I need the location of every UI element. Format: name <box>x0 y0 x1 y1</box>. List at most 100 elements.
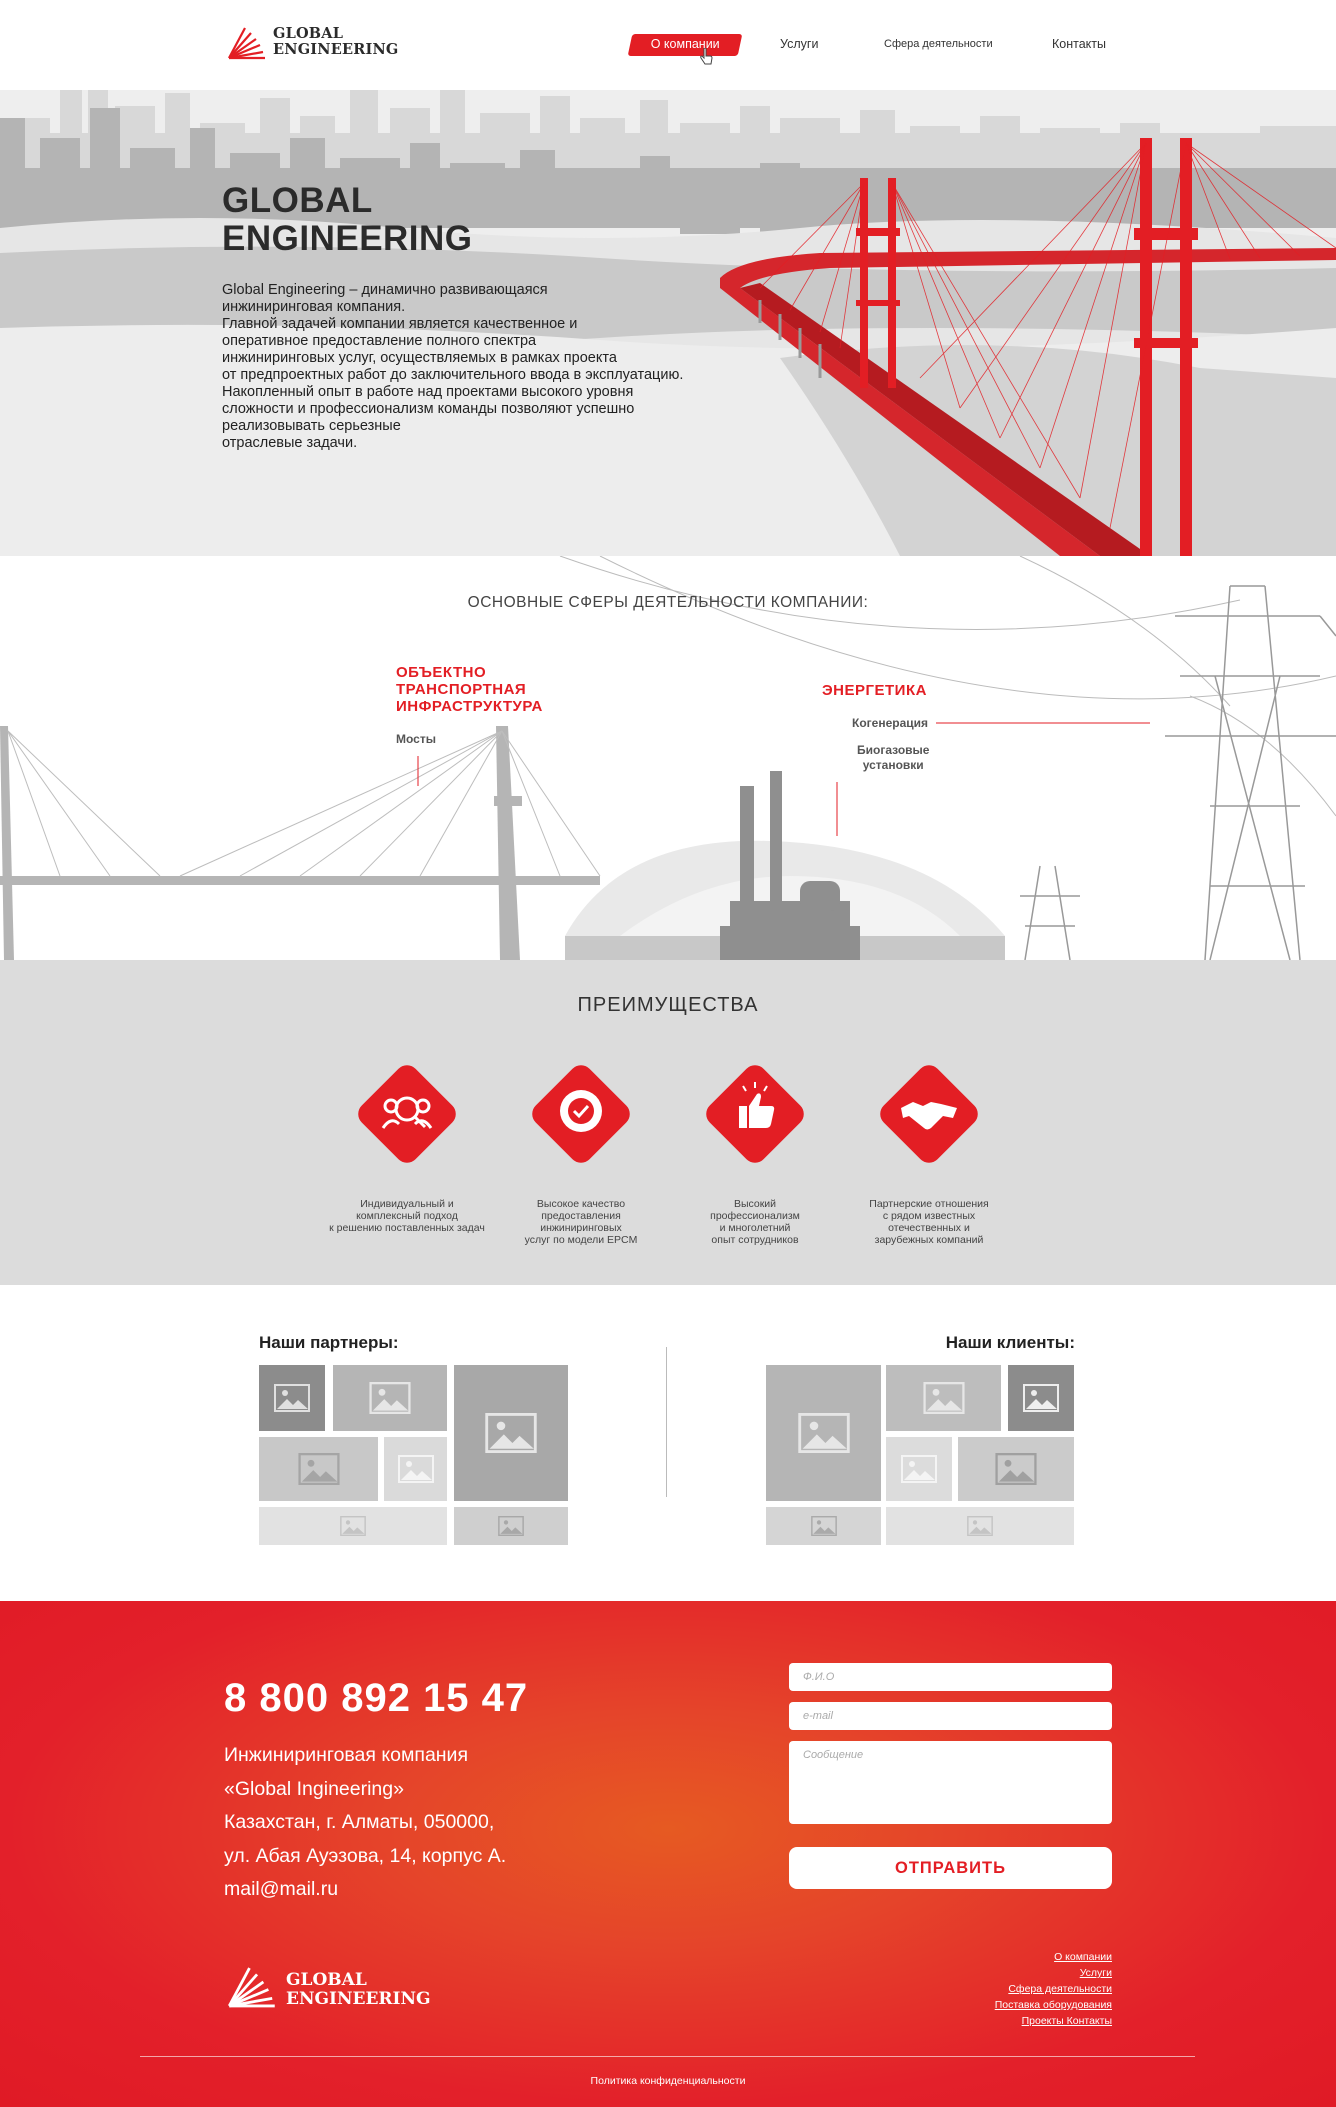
footer-logo-line2: ENGINEERING <box>286 1989 431 2009</box>
image-placeholder-icon <box>297 1453 340 1485</box>
email-link[interactable]: mail@mail.ru <box>224 1873 506 1907</box>
footer-link-equipment[interactable]: Поставка оборудования <box>995 1997 1112 2013</box>
spheres-section: ОСНОВНЫЕ СФЕРЫ ДЕЯТЕЛЬНОСТИ КОМПАНИИ: ОБ… <box>0 556 1336 960</box>
hero-text-line: инжиниринговых услуг, осуществляемых в р… <box>222 350 617 366</box>
nav-about[interactable]: О компании <box>627 34 743 56</box>
nav-about-label: О компании <box>650 37 720 51</box>
partner-logo-placeholder[interactable] <box>259 1365 325 1431</box>
phone-number[interactable]: 8 800 892 15 47 <box>224 1676 528 1721</box>
image-placeholder-icon <box>901 1455 937 1483</box>
biogas-line1: Биогазовые <box>857 743 930 757</box>
company-address: Инжиниринговая компания «Global Ingineer… <box>224 1739 506 1907</box>
client-logo-placeholder[interactable] <box>1008 1365 1074 1431</box>
footer-link-services[interactable]: Услуги <box>995 1965 1112 1981</box>
footer-link-about[interactable]: О компании <box>995 1949 1112 1965</box>
transport-category: ОБЪЕКТНО ТРАНСПОРТНАЯ ИНФРАСТРУКТУРА <box>396 664 543 715</box>
image-placeholder-icon <box>498 1516 524 1536</box>
nav-services[interactable]: Услуги <box>780 34 818 54</box>
message-field[interactable]: Сообщение <box>789 1741 1112 1824</box>
email-field[interactable]: e-mail <box>789 1702 1112 1730</box>
energy-category: ЭНЕРГЕТИКА <box>822 682 927 699</box>
hero-text-line: инжиниринговая компания. <box>222 299 406 315</box>
address-line: ул. Абая Ауэзова, 14, корпус А. <box>224 1844 507 1867</box>
client-logo-placeholder[interactable] <box>886 1437 952 1501</box>
footer-logo-text: GLOBAL ENGINEERING <box>286 1971 431 2009</box>
image-placeholder-icon <box>797 1413 850 1453</box>
footer-link-projects[interactable]: Проекты Контакты <box>995 2013 1112 2029</box>
cursor-hand-icon <box>700 48 713 65</box>
page: GLOBAL ENGINEERING О компании Услуги Сфе… <box>0 0 1336 2107</box>
footer-link-activity[interactable]: Сфера деятельности <box>995 1981 1112 1997</box>
image-placeholder-icon <box>967 1516 993 1536</box>
advantage-line: Индивидуальный и <box>360 1198 454 1210</box>
address-line: «Global Ingineering» <box>224 1777 404 1800</box>
logo-fan-icon <box>228 1967 275 2008</box>
client-logo-placeholder[interactable] <box>766 1365 881 1501</box>
nav-contacts[interactable]: Контакты <box>1052 34 1106 54</box>
hero-text-line: Накопленный опыт в работе над проектами … <box>222 384 634 400</box>
image-placeholder-icon <box>369 1382 411 1414</box>
partners-title: Наши партнеры: <box>259 1333 399 1352</box>
advantage-line: Высокое качество <box>536 1198 626 1210</box>
advantage-line: к решению поставленных задач <box>329 1222 485 1234</box>
image-placeholder-icon <box>810 1516 837 1536</box>
nav-activity[interactable]: Сфера деятельности <box>884 34 993 54</box>
hero-text-line: отраслевые задачи. <box>222 435 358 451</box>
client-logo-placeholder[interactable] <box>886 1507 1074 1545</box>
partner-logo-placeholder[interactable] <box>454 1365 568 1501</box>
send-button[interactable]: ОТПРАВИТЬ <box>789 1847 1112 1889</box>
client-logo-placeholder[interactable] <box>766 1507 881 1545</box>
main-nav: О компании Услуги Сфера деятельности Кон… <box>0 34 1336 65</box>
advantage-line: отечественных и <box>888 1222 970 1234</box>
advantage-text: Высокий профессионализм и многолетний оп… <box>660 1198 850 1246</box>
biogas-label: Биогазовые установки <box>857 743 929 773</box>
image-placeholder-icon <box>1023 1384 1059 1412</box>
image-placeholder-icon <box>340 1516 366 1536</box>
advantage-line: предоставления <box>541 1210 621 1222</box>
spheres-title: ОСНОВНЫЕ СФЕРЫ ДЕЯТЕЛЬНОСТИ КОМПАНИИ: <box>467 594 869 611</box>
image-placeholder-icon <box>922 1382 965 1414</box>
team-search-icon <box>358 1065 456 1163</box>
partners-section: Наши партнеры: Наши клиенты: <box>0 1285 1336 1601</box>
advantage-item: Высокое качество предоставления инжинири… <box>486 1054 661 1254</box>
partner-logo-placeholder[interactable] <box>333 1365 447 1431</box>
partner-logo-placeholder[interactable] <box>454 1507 568 1545</box>
name-field[interactable]: Ф.И.О <box>789 1663 1112 1691</box>
hero-text-line: сложности и профессионализм команды позв… <box>222 401 635 417</box>
footer-logo-line1: GLOBAL <box>286 1970 367 1990</box>
advantage-text: Партнерские отношения с рядом известных … <box>834 1198 1024 1246</box>
partner-logo-placeholder[interactable] <box>259 1507 447 1545</box>
advantage-text: Индивидуальный и комплексный подход к ре… <box>312 1198 502 1234</box>
advantage-line: опыт сотрудников <box>711 1234 799 1246</box>
advantage-line: инжиниринговых <box>540 1222 622 1234</box>
advantage-line: Высокий <box>733 1198 777 1210</box>
transport-line1: ОБЪЕКТНО <box>396 664 487 681</box>
image-placeholder-icon <box>485 1413 537 1453</box>
address-line: Казахстан, г. Алматы, 050000, <box>224 1811 495 1833</box>
hero-section: GLOBAL ENGINEERING Global Engineering – … <box>0 78 1336 556</box>
advantage-line: и многолетний <box>719 1222 791 1234</box>
quality-badge-icon <box>532 1065 630 1163</box>
clients-title: Наши клиенты: <box>945 1333 1075 1352</box>
advantage-text: Высокое качество предоставления инжинири… <box>486 1198 676 1246</box>
handshake-icon <box>880 1065 978 1163</box>
privacy-policy-link[interactable]: Политика конфиденциальности <box>0 2075 1336 2087</box>
client-logo-placeholder[interactable] <box>886 1365 1001 1431</box>
client-logo-placeholder[interactable] <box>958 1437 1074 1501</box>
image-placeholder-icon <box>397 1455 434 1483</box>
footer-logo[interactable]: GLOBAL ENGINEERING <box>224 1963 444 2013</box>
hero-title: GLOBAL ENGINEERING <box>222 182 473 258</box>
advantages-section: ПРЕИМУЩЕСТВА Индивидуальный и комплексны… <box>0 960 1336 1285</box>
transport-line3: ИНФРАСТРУКТУРА <box>396 698 543 715</box>
partner-logo-placeholder[interactable] <box>384 1437 447 1501</box>
section-divider <box>666 1347 667 1497</box>
hero-title-line1: GLOBAL <box>222 181 373 220</box>
biogas-line2: установки <box>862 758 924 772</box>
advantage-line: с рядом известных <box>882 1210 976 1222</box>
footer-links: О компании Услуги Сфера деятельности Пос… <box>995 1949 1112 2029</box>
hero-text-line: оперативное предоставление полного спект… <box>222 333 537 349</box>
hero-text-line: Главной задачей компании является качест… <box>222 316 578 332</box>
hero-text-line: Global Engineering – динамично развивающ… <box>222 282 548 298</box>
partner-logo-placeholder[interactable] <box>259 1437 378 1501</box>
advantage-line: зарубежных компаний <box>874 1234 984 1246</box>
